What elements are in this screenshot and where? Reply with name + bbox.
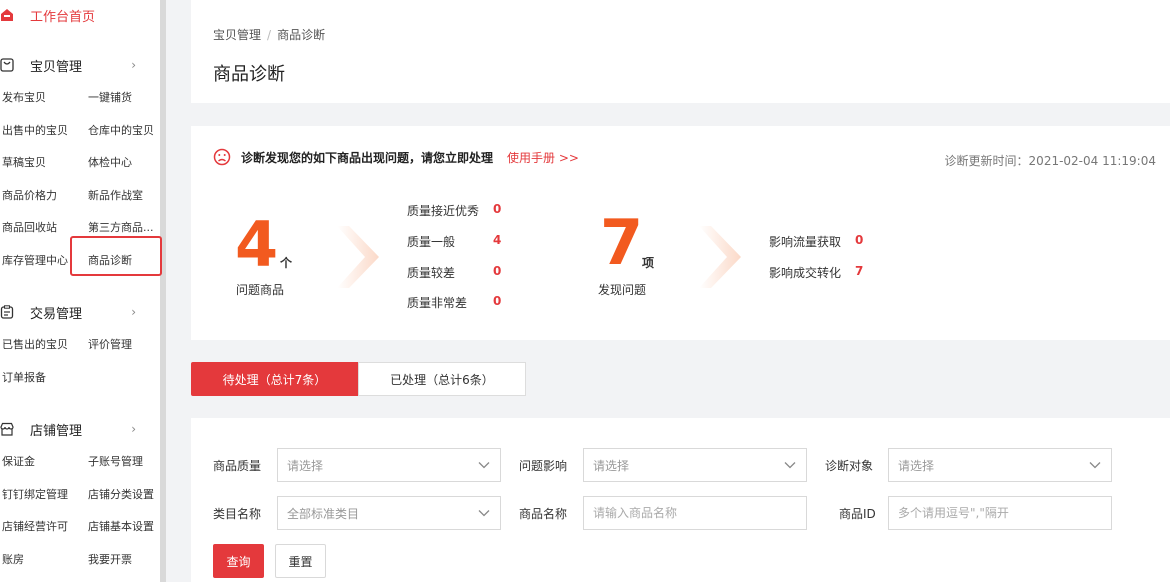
tab-processed[interactable]: 已处理（总计6条）	[358, 362, 526, 396]
sidebar-item[interactable]: 商品回收站	[2, 219, 57, 235]
section-title: 店铺管理	[30, 423, 83, 439]
sad-face-icon	[213, 148, 231, 166]
impact-value[interactable]: 7	[855, 264, 863, 278]
sidebar-section-trade[interactable]: 交易管理 ›	[0, 301, 150, 323]
sidebar-item[interactable]: 一键铺货	[88, 89, 132, 105]
select-placeholder: 请选择	[593, 458, 630, 473]
sidebar-item[interactable]: 库存管理中心	[2, 252, 68, 268]
sidebar-home[interactable]: 工作台首页	[0, 4, 95, 26]
sidebar-item[interactable]: 账房	[2, 551, 24, 567]
chevron-down-icon	[478, 510, 490, 517]
sidebar: 工作台首页 宝贝管理 › 发布宝贝 一键铺货 出售中的宝贝 仓库中的宝贝 草稿宝…	[0, 0, 160, 582]
quality-label: 质量较差	[407, 266, 456, 280]
id-filter-label: 商品ID	[839, 507, 876, 521]
sidebar-item[interactable]: 仓库中的宝贝	[88, 122, 154, 138]
breadcrumb-item: 商品诊断	[277, 28, 326, 42]
header-panel: 宝贝管理 / 商品诊断 商品诊断	[191, 0, 1170, 103]
impact-filter-label: 问题影响	[519, 459, 568, 473]
quality-filter-label: 商品质量	[213, 459, 262, 473]
found-issues-label: 发现问题	[598, 283, 647, 297]
clipboard-icon	[0, 305, 14, 319]
chevron-right-icon: ›	[131, 305, 136, 319]
alert-message: 诊断发现您的如下商品出现问题，请您立即处理	[241, 150, 494, 165]
page-title: 商品诊断	[213, 64, 285, 85]
bag-icon	[0, 58, 14, 72]
sidebar-item[interactable]: 店铺经营许可	[2, 518, 68, 534]
arrow-decoration	[337, 226, 379, 288]
name-filter-label: 商品名称	[519, 507, 568, 521]
chevron-right-icon: ›	[131, 58, 136, 72]
sidebar-item[interactable]: 店铺基本设置	[88, 518, 154, 534]
problem-goods-count: 4	[235, 208, 279, 281]
diagnosis-panel: 诊断发现您的如下商品出现问题，请您立即处理 使用手册 >> 诊断更新时间：202…	[191, 126, 1170, 340]
highlight-box	[70, 236, 162, 276]
chevron-right-icon: ›	[131, 422, 136, 436]
tab-pending[interactable]: 待处理（总计7条）	[191, 362, 358, 396]
problem-goods-unit: 个	[280, 256, 293, 270]
section-title: 交易管理	[30, 306, 83, 322]
shop-icon	[0, 422, 14, 436]
quality-label: 质量接近优秀	[407, 204, 480, 218]
breadcrumb-item[interactable]: 宝贝管理	[213, 28, 261, 42]
quality-label: 质量非常差	[407, 296, 468, 310]
chevron-down-icon	[784, 462, 796, 469]
filter-panel: 商品质量 请选择 问题影响 请选择 诊断对象 请选择 类目名称 全部标准类目 商…	[191, 418, 1170, 582]
quality-value[interactable]: 4	[493, 233, 501, 247]
target-filter-label: 诊断对象	[825, 459, 874, 473]
sidebar-item[interactable]: 我要开票	[88, 551, 132, 567]
home-icon	[0, 8, 14, 22]
chevron-down-icon	[478, 462, 490, 469]
quality-label: 质量一般	[407, 235, 456, 249]
sidebar-item[interactable]: 新品作战室	[88, 187, 143, 203]
sidebar-item[interactable]: 店铺分类设置	[88, 486, 154, 502]
section-title: 宝贝管理	[30, 59, 83, 75]
diagnosis-alert: 诊断发现您的如下商品出现问题，请您立即处理 使用手册 >>	[213, 148, 579, 166]
sidebar-section-goods[interactable]: 宝贝管理 ›	[0, 54, 150, 76]
sidebar-item[interactable]: 订单报备	[2, 369, 46, 385]
sidebar-scrollbar[interactable]	[160, 0, 166, 582]
chevron-down-icon	[1089, 462, 1101, 469]
impact-label: 影响流量获取	[769, 235, 842, 249]
select-placeholder: 请选择	[287, 458, 324, 473]
breadcrumb: 宝贝管理 / 商品诊断	[213, 26, 325, 43]
query-button[interactable]: 查询	[213, 544, 264, 578]
manual-link[interactable]: 使用手册 >>	[507, 149, 579, 166]
quality-value[interactable]: 0	[493, 202, 501, 216]
category-filter-label: 类目名称	[213, 507, 262, 521]
quality-select[interactable]: 请选择	[277, 448, 501, 482]
sidebar-item[interactable]: 子账号管理	[88, 453, 143, 469]
reset-button[interactable]: 重置	[275, 544, 326, 578]
sidebar-item[interactable]: 草稿宝贝	[2, 154, 46, 170]
select-placeholder: 请选择	[898, 458, 935, 473]
sidebar-section-shop[interactable]: 店铺管理 ›	[0, 418, 150, 440]
sidebar-item[interactable]: 体检中心	[88, 154, 132, 170]
sidebar-item[interactable]: 钉钉绑定管理	[2, 486, 68, 502]
quality-value[interactable]: 0	[493, 294, 501, 308]
target-select[interactable]: 请选择	[888, 448, 1112, 482]
impact-select[interactable]: 请选择	[583, 448, 807, 482]
update-time: 诊断更新时间：2021-02-04 11:19:04	[944, 154, 1156, 168]
quality-value[interactable]: 0	[493, 264, 501, 278]
select-value: 全部标准类目	[287, 506, 360, 521]
found-issues-unit: 项	[642, 256, 655, 270]
sidebar-home-label: 工作台首页	[30, 9, 96, 25]
problem-goods-label: 问题商品	[236, 283, 285, 297]
sidebar-item[interactable]: 保证金	[2, 453, 35, 469]
found-issues-count: 7	[600, 206, 644, 279]
sidebar-item[interactable]: 出售中的宝贝	[2, 122, 68, 138]
impact-value[interactable]: 0	[855, 233, 863, 247]
goods-name-input[interactable]	[583, 496, 807, 530]
sidebar-item[interactable]: 商品价格力	[2, 187, 57, 203]
impact-label: 影响成交转化	[769, 266, 842, 280]
sidebar-item[interactable]: 评价管理	[88, 336, 132, 352]
breadcrumb-separator: /	[267, 28, 272, 42]
goods-id-input[interactable]	[888, 496, 1112, 530]
sidebar-item[interactable]: 已售出的宝贝	[2, 336, 68, 352]
arrow-decoration	[699, 226, 741, 288]
sidebar-item[interactable]: 第三方商品...	[88, 219, 154, 235]
category-select[interactable]: 全部标准类目	[277, 496, 501, 530]
sidebar-item[interactable]: 发布宝贝	[2, 89, 46, 105]
